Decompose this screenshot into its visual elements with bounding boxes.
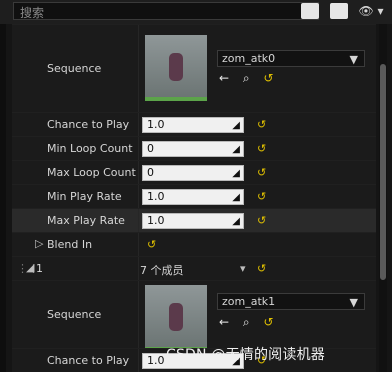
details-panel: Sequence zom_atk0 ▼ ← ⌕ ↺ Chance to Play … bbox=[12, 24, 376, 372]
param-input[interactable]: 0 ◢ bbox=[142, 141, 244, 157]
scrollbar[interactable] bbox=[379, 24, 387, 372]
group-row[interactable]: ⋮⋮ ◢ 1 7 个成员 ▾ ↺ bbox=[12, 256, 376, 280]
search-icon[interactable] bbox=[301, 3, 319, 19]
reset-icon[interactable]: ↺ bbox=[257, 190, 266, 203]
collapse-arrow-icon[interactable]: ◢ bbox=[26, 261, 34, 274]
param-input[interactable]: 1.0 ◢ bbox=[142, 189, 244, 205]
sequence-tools: ← ⌕ ↺ bbox=[219, 315, 284, 330]
watermark: CSDN @无情的阅读机器 bbox=[166, 347, 325, 363]
eye-icon[interactable]: 👁 ▾ bbox=[354, 2, 388, 20]
sequence-thumbnail[interactable] bbox=[145, 285, 207, 351]
param-row: Min Loop Count 0 ◢ ↺ bbox=[12, 136, 376, 160]
reset-icon[interactable]: ↺ bbox=[263, 315, 273, 329]
param-input[interactable]: 1.0 ◢ bbox=[142, 213, 244, 229]
reset-icon[interactable]: ↺ bbox=[257, 262, 266, 275]
scroll-thumb[interactable] bbox=[380, 64, 386, 280]
param-row: Max Loop Count 0 ◢ ↺ bbox=[12, 160, 376, 184]
expand-arrow-icon[interactable]: ▷ bbox=[35, 237, 43, 250]
search-asset-icon[interactable]: ⌕ bbox=[243, 71, 250, 85]
search-asset-icon[interactable]: ⌕ bbox=[243, 315, 250, 329]
sequence-label: Sequence bbox=[47, 62, 102, 75]
param-row: Min Play Rate 1.0 ◢ ↺ bbox=[12, 184, 376, 208]
blend-in-row[interactable]: ▷ Blend In ↺ bbox=[12, 232, 376, 256]
search-input[interactable]: 搜索 bbox=[13, 2, 319, 20]
reset-icon[interactable]: ↺ bbox=[263, 71, 273, 85]
grid-icon[interactable] bbox=[330, 3, 348, 19]
reset-icon[interactable]: ↺ bbox=[257, 142, 266, 155]
reset-icon[interactable]: ↺ bbox=[257, 166, 266, 179]
back-arrow-icon[interactable]: ← bbox=[219, 71, 229, 85]
sequence-select[interactable]: zom_atk0 ▼ bbox=[217, 50, 365, 67]
param-row: Chance to Play 1.0 ◢ ↺ bbox=[12, 112, 376, 136]
back-arrow-icon[interactable]: ← bbox=[219, 315, 229, 329]
reset-icon[interactable]: ↺ bbox=[147, 238, 156, 251]
left-sidebar bbox=[0, 24, 6, 372]
dropdown-arrow-icon[interactable]: ▾ bbox=[240, 262, 246, 275]
sequence-select[interactable]: zom_atk1 ▼ bbox=[217, 293, 365, 310]
sequence-tools: ← ⌕ ↺ bbox=[219, 71, 284, 86]
sequence-row-1: Sequence zom_atk0 ▼ ← ⌕ ↺ bbox=[12, 24, 376, 112]
top-bar: 搜索 👁 ▾ bbox=[0, 0, 392, 24]
sequence-label: Sequence bbox=[47, 308, 102, 321]
sequence-row-2: Sequence zom_atk1 ▼ ← ⌕ ↺ bbox=[12, 280, 376, 351]
reset-icon[interactable]: ↺ bbox=[257, 118, 266, 131]
sequence-thumbnail[interactable] bbox=[145, 35, 207, 101]
reset-icon[interactable]: ↺ bbox=[257, 214, 266, 227]
param-row: Max Play Rate 1.0 ◢ ↺ bbox=[12, 208, 376, 232]
param-input[interactable]: 0 ◢ bbox=[142, 165, 244, 181]
param-input[interactable]: 1.0 ◢ bbox=[142, 117, 244, 133]
